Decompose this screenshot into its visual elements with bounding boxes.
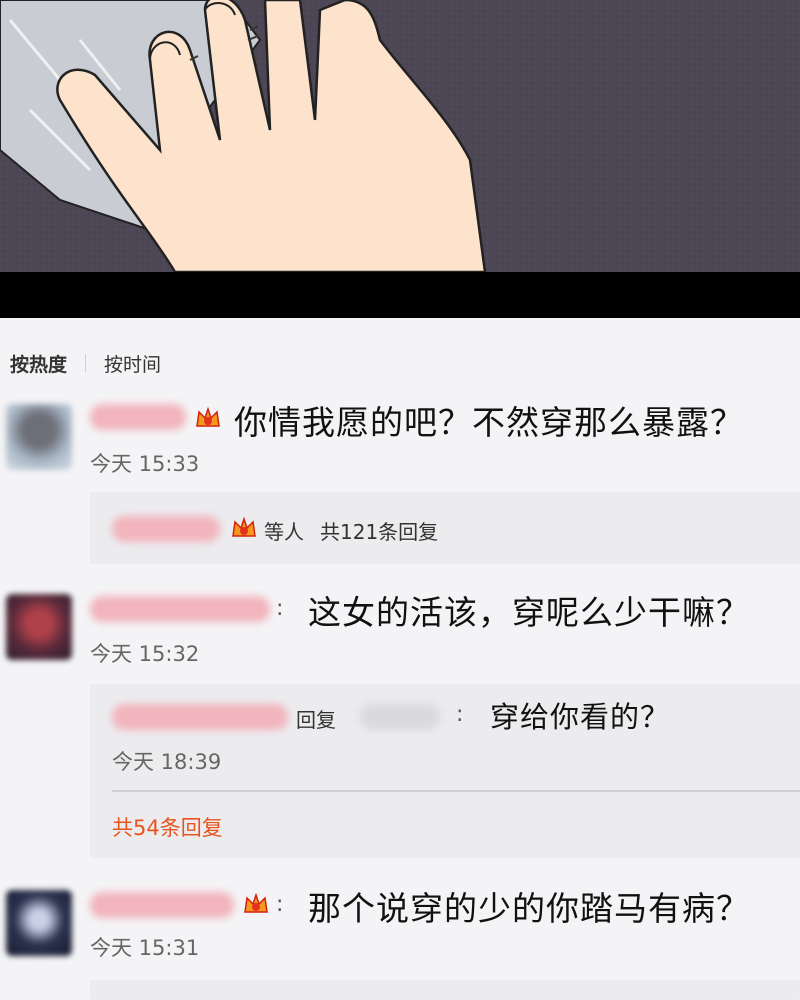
username-blurred[interactable] — [90, 404, 186, 430]
reply-count-link[interactable]: 共121条回复 — [320, 516, 438, 545]
reply-text: 穿给你看的？ — [490, 700, 671, 734]
reply-username-blurred[interactable] — [112, 516, 220, 542]
comment-section: 按热度 按时间 你情我愿的吧？不然穿那么暴露？ 今天 15:33 等人 共121… — [0, 318, 800, 1000]
comment-time: 今天 15:32 — [90, 642, 200, 666]
username-blurred[interactable] — [90, 596, 270, 622]
comment-text: 那个说穿的少的你踏马有病？ — [308, 889, 750, 928]
colon-separator: : — [276, 596, 284, 621]
comment-text: 这女的活该，穿呢么少干嘛？ — [308, 593, 750, 632]
colon-separator: : — [456, 702, 464, 727]
tab-sort-hot[interactable]: 按热度 — [10, 350, 67, 377]
sort-bar: 按热度 按时间 — [10, 348, 161, 378]
avatar[interactable] — [6, 594, 72, 660]
reply-count-link[interactable]: 共54条回复 — [112, 812, 223, 842]
avatar[interactable] — [6, 890, 72, 956]
comment-text: 你情我愿的吧？不然穿那么暴露？ — [234, 403, 744, 442]
reply-time: 今天 18:39 — [112, 750, 222, 774]
colon-separator: : — [276, 892, 284, 917]
comment-time: 今天 15:31 — [90, 936, 200, 960]
reply-target-blurred[interactable] — [360, 704, 440, 730]
reply-preview-box[interactable] — [90, 980, 800, 1000]
reply-username-blurred[interactable] — [112, 704, 288, 730]
reply-prefix: 回复 — [296, 708, 336, 732]
crown-badge-icon — [196, 406, 220, 427]
reply-others-label: 等人 — [264, 520, 304, 544]
avatar[interactable] — [6, 404, 72, 470]
panel-divider — [0, 272, 800, 318]
reply-divider — [112, 790, 800, 792]
comic-illustration — [0, 0, 800, 272]
tab-sort-time[interactable]: 按时间 — [104, 350, 161, 377]
crown-badge-icon — [244, 892, 268, 913]
reply-preview-box[interactable]: 等人 共121条回复 — [90, 492, 800, 564]
comment-time: 今天 15:33 — [90, 452, 200, 476]
username-blurred[interactable] — [90, 892, 234, 918]
comic-panel — [0, 0, 800, 272]
reply-thread-box: 回复 : 穿给你看的？ 今天 18:39 共54条回复 — [90, 684, 800, 858]
crown-badge-icon — [232, 516, 256, 537]
sort-divider — [85, 354, 87, 372]
